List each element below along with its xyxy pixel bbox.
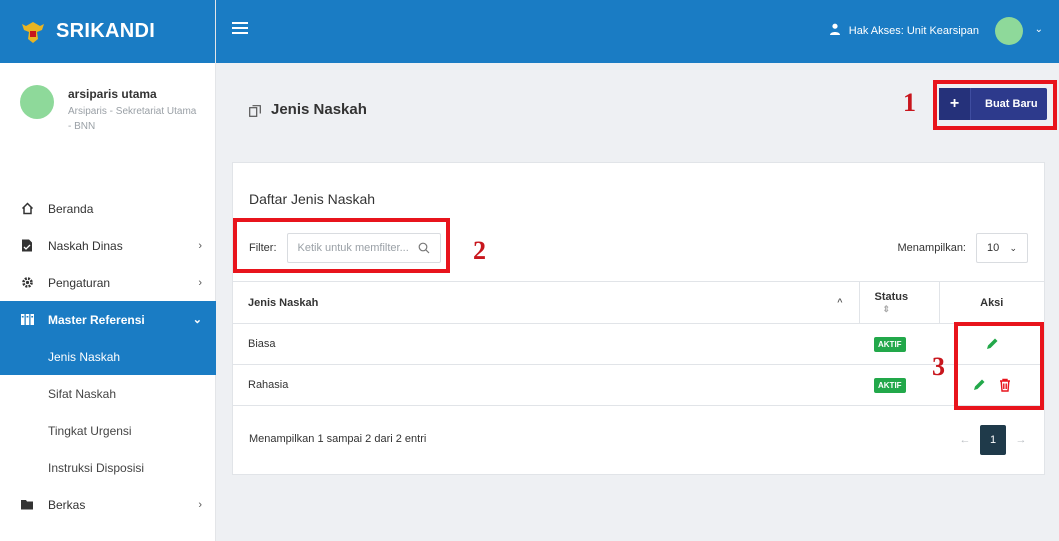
data-table: Jenis Naskah ^ Status ⇕ Aksi Biasa AKTIF [233, 281, 1044, 406]
sidebar-item-master-referensi[interactable]: Master Referensi ⌄ [0, 301, 216, 338]
sort-asc-icon: ^ [837, 297, 843, 307]
sidebar-item-label: Beranda [48, 201, 94, 216]
pagination-info: Menampilkan 1 sampai 2 dari 2 entri [249, 433, 427, 445]
sidebar-item-label: Naskah Dinas [48, 238, 123, 253]
sidebar-subitem-instruksi-disposisi[interactable]: Instruksi Disposisi [0, 449, 216, 486]
row-name: Rahasia [233, 364, 859, 406]
avatar [20, 85, 54, 119]
list-card: Daftar Jenis Naskah Filter: Menampilkan:… [232, 162, 1045, 475]
page-size-group: Menampilkan: 10 ⌄ [898, 233, 1028, 263]
app-name: SRIKANDI [56, 20, 156, 42]
chevron-down-icon[interactable]: ⌄ [1035, 24, 1043, 35]
page-number-button[interactable]: 1 [980, 425, 1006, 455]
sidebar-item-label: Berkas [48, 497, 86, 512]
column-header-jenis-naskah[interactable]: Jenis Naskah ^ [233, 281, 859, 324]
grid-icon [20, 313, 34, 327]
sidebar-item-label: Pengaturan [48, 275, 111, 290]
annotation-number-2: 2 [473, 236, 486, 265]
access-label: Hak Akses: Unit Kearsipan [848, 24, 979, 37]
sidebar-subitem-sifat-naskah[interactable]: Sifat Naskah [0, 375, 216, 412]
access-indicator[interactable]: Hak Akses: Unit Kearsipan [829, 23, 979, 38]
sort-icon: ⇕ [882, 303, 891, 314]
row-name: Biasa [233, 323, 859, 365]
next-page-icon[interactable]: → [1014, 434, 1028, 446]
sidebar-item-beranda[interactable]: Beranda [0, 190, 216, 227]
top-bar: Hak Akses: Unit Kearsipan ⌄ [216, 0, 1059, 63]
sidebar: SRIKANDI arsiparis utama Arsiparis - Sek… [0, 0, 216, 541]
column-header-status[interactable]: Status ⇕ [858, 281, 939, 324]
column-header-aksi: Aksi [938, 281, 1044, 324]
chevron-right-icon: › [198, 239, 202, 252]
document-icon [20, 239, 34, 253]
page-size-select[interactable]: 10 ⌄ [976, 233, 1028, 263]
chevron-down-icon: ⌄ [192, 314, 202, 326]
status-badge: AKTIF [874, 377, 906, 393]
page-title-text: Jenis Naskah [271, 101, 367, 118]
sidebar-subitem-tingkat-urgensi[interactable]: Tingkat Urgensi [0, 412, 216, 449]
page-size-label: Menampilkan: [897, 242, 966, 254]
user-role: Arsiparis - Sekretariat Utama - BNN [68, 106, 197, 132]
sidebar-item-pengaturan[interactable]: Pengaturan › [0, 264, 216, 301]
chevron-right-icon: › [198, 498, 202, 511]
user-icon [829, 23, 841, 38]
annotation-box-3 [954, 322, 1044, 410]
annotation-number-3: 3 [932, 352, 945, 381]
annotation-number-1: 1 [903, 88, 916, 117]
sidebar-item-berkas[interactable]: Berkas › [0, 486, 216, 523]
status-badge: AKTIF [874, 336, 906, 352]
sidebar-item-label: Master Referensi [48, 312, 145, 327]
table-row: Rahasia AKTIF [233, 364, 1044, 406]
user-name: arsiparis utama [68, 87, 157, 101]
home-icon [20, 202, 34, 216]
hamburger-menu-icon[interactable] [232, 22, 248, 36]
page-size-value: 10 [987, 242, 1000, 254]
header-avatar[interactable] [995, 17, 1023, 45]
table-row: Biasa AKTIF [233, 323, 1044, 365]
pagination: ← 1 → [958, 425, 1028, 455]
gear-icon [20, 276, 34, 290]
folder-icon [20, 498, 34, 512]
sidebar-subitem-jenis-naskah[interactable]: Jenis Naskah [0, 338, 216, 375]
prev-page-icon[interactable]: ← [958, 434, 972, 446]
table-header-row: Jenis Naskah ^ Status ⇕ Aksi [233, 281, 1044, 324]
garuda-logo-icon [22, 21, 44, 43]
sidebar-menu: Beranda Naskah Dinas › Pengaturan › Mast… [0, 190, 216, 523]
copy-icon [249, 104, 261, 117]
chevron-down-icon: ⌄ [1009, 242, 1017, 253]
card-title: Daftar Jenis Naskah [249, 191, 376, 207]
chevron-right-icon: › [198, 276, 202, 289]
page-title: Jenis Naskah [249, 101, 367, 118]
annotation-box-2 [233, 218, 450, 273]
annotation-box-1 [933, 80, 1057, 130]
user-card: arsiparis utama Arsiparis - Sekretariat … [0, 63, 215, 183]
sidebar-item-naskah-dinas[interactable]: Naskah Dinas › [0, 227, 216, 264]
brand[interactable]: SRIKANDI [0, 0, 215, 63]
